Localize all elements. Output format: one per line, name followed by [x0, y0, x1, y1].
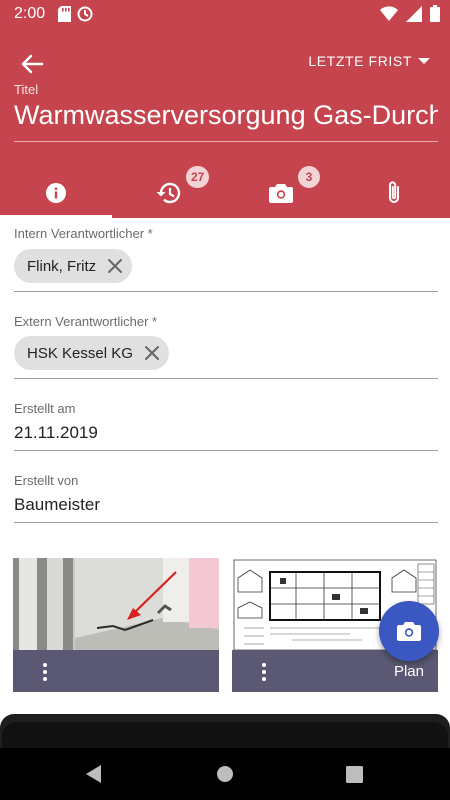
more-dot	[43, 670, 47, 674]
title-input[interactable]: Warmwasserversorgung Gas-Durchlauferhitz…	[14, 100, 438, 142]
info-icon	[46, 183, 66, 203]
created-on-label: Erstellt am	[14, 401, 76, 416]
attachment-icon	[389, 181, 399, 203]
photo-thumbnail-footer	[13, 650, 219, 692]
title-label: Titel	[14, 82, 39, 97]
system-nav-bar	[0, 748, 450, 800]
camera-icon	[269, 184, 293, 203]
tab-history[interactable]: 27	[112, 166, 224, 218]
add-photo-fab[interactable]	[379, 601, 439, 661]
close-icon[interactable]	[106, 257, 124, 275]
tab-info[interactable]	[0, 168, 112, 218]
wifi-icon	[380, 5, 398, 21]
status-bar: 2:00	[0, 0, 450, 28]
deadline-label: LETZTE FRIST	[308, 53, 412, 69]
divider	[14, 291, 438, 292]
nav-home-icon	[217, 766, 233, 782]
deadline-dropdown[interactable]: LETZTE FRIST	[308, 53, 430, 69]
battery-icon	[430, 5, 440, 22]
nav-recents-button[interactable]	[342, 762, 366, 786]
back-button[interactable]	[16, 48, 48, 80]
divider	[14, 450, 438, 451]
nav-back-icon	[86, 765, 101, 783]
tab-attachments[interactable]	[338, 168, 450, 218]
internal-responsible-label: Intern Verantwortlicher *	[14, 226, 153, 241]
nav-back-button[interactable]	[82, 762, 106, 786]
sd-card-icon	[58, 6, 71, 22]
more-dot	[43, 677, 47, 681]
more-dot	[262, 677, 266, 681]
camera-icon	[397, 622, 421, 641]
arrow-back-icon	[21, 54, 44, 74]
external-responsible-chip-label: HSK Kessel KG	[27, 344, 133, 362]
tab-photos[interactable]: 3	[225, 166, 337, 218]
created-by-label: Erstellt von	[14, 473, 79, 488]
external-responsible-label: Extern Verantwortlicher *	[14, 314, 158, 329]
sync-icon	[77, 6, 93, 22]
created-on-value: 21.11.2019	[14, 423, 98, 442]
photo-thumbnail[interactable]	[13, 558, 219, 692]
nav-home-button[interactable]	[213, 762, 237, 786]
created-by-value: Baumeister	[14, 495, 100, 514]
divider	[14, 378, 438, 379]
internal-responsible-chip-label: Flink, Fritz	[27, 257, 97, 275]
close-icon[interactable]	[143, 344, 161, 362]
photos-badge: 3	[298, 166, 320, 188]
signal-icon	[406, 5, 422, 22]
history-icon	[156, 182, 181, 204]
internal-responsible-chip[interactable]: Flink, Fritz	[14, 249, 133, 283]
more-dot	[262, 670, 266, 674]
dropdown-arrow-icon	[418, 58, 430, 64]
more-dot	[262, 663, 266, 667]
divider	[14, 522, 438, 523]
external-responsible-chip[interactable]: HSK Kessel KG	[14, 336, 169, 370]
plan-caption: Plan	[393, 663, 424, 680]
tab-bar: 27 3	[0, 166, 450, 218]
app-bar: LETZTE FRIST Titel Warmwasserversorgung …	[0, 28, 450, 218]
history-badge: 27	[186, 166, 210, 188]
nav-recents-icon	[345, 765, 363, 783]
more-dot	[43, 663, 47, 667]
more-options-button[interactable]	[254, 661, 274, 683]
more-options-button[interactable]	[35, 661, 55, 683]
status-time: 2:00	[14, 5, 46, 22]
